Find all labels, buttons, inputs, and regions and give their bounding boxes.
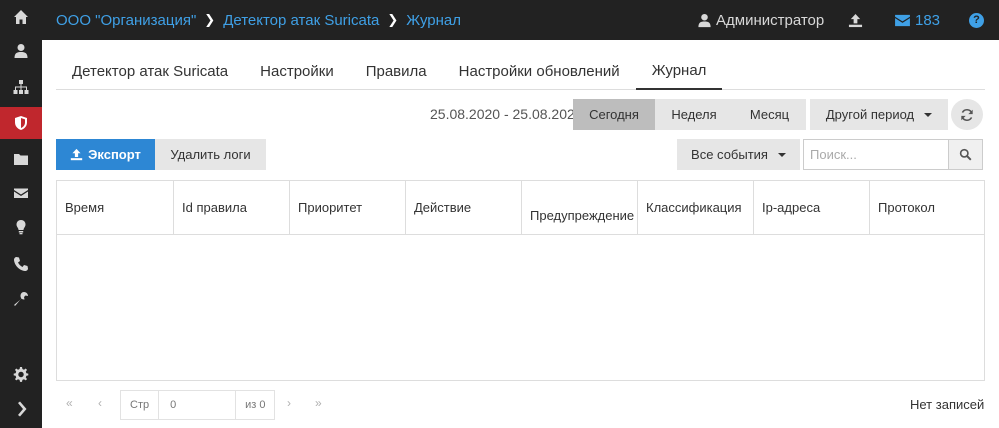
sidebar-item-telephony[interactable] (0, 248, 42, 280)
sidebar-item-settings[interactable] (0, 358, 42, 390)
help-icon: ? (969, 12, 984, 28)
column-header-action[interactable]: Действие (406, 181, 522, 234)
sidebar-item-files[interactable] (0, 143, 42, 175)
column-header-ip-addresses[interactable]: Ip-адреса (754, 181, 870, 234)
column-header-warning[interactable]: Предупреждение (522, 181, 638, 234)
period-other-label: Другой период (825, 107, 915, 122)
page-label: Стр (130, 399, 150, 411)
breadcrumb-suricata[interactable]: Детектор атак Suricata (223, 12, 379, 29)
sidebar-expand-button[interactable] (0, 393, 42, 425)
user-icon (698, 13, 711, 27)
period-week-button[interactable]: Неделя (655, 99, 733, 130)
breadcrumb: ООО "Организация" ❯ Детектор атак Surica… (56, 0, 461, 40)
prev-page-icon[interactable]: ‹ (98, 396, 102, 410)
export-button[interactable]: Экспорт (56, 139, 155, 170)
envelope-icon (895, 14, 910, 26)
user-name: Администратор (716, 11, 825, 29)
tab-rules[interactable]: Правила (350, 52, 443, 90)
refresh-icon (961, 108, 973, 121)
column-header-classification[interactable]: Классификация (638, 181, 754, 234)
phone-icon (14, 257, 28, 271)
user-menu[interactable]: Администратор (697, 0, 824, 40)
search-icon (959, 148, 972, 161)
sitemap-icon (13, 80, 29, 94)
events-filter-label: Все события (691, 147, 768, 162)
breadcrumb-separator-icon: ❯ (204, 12, 216, 27)
events-filter-dropdown[interactable]: Все события (677, 139, 800, 170)
messages-button[interactable]: 183 (895, 0, 940, 40)
page-selector: Стр из 0 (120, 390, 276, 420)
sidebar-item-security[interactable] (0, 107, 42, 139)
caret-down-icon (924, 112, 933, 117)
column-header-time[interactable]: Время (57, 181, 174, 234)
top-bar: ООО "Организация" ❯ Детектор атак Surica… (42, 0, 999, 40)
chevron-right-icon (18, 401, 27, 417)
tab-suricata[interactable]: Детектор атак Suricata (56, 52, 244, 90)
sidebar-item-ideas[interactable] (0, 211, 42, 243)
sidebar-item-tools[interactable] (0, 283, 42, 315)
caret-down-icon (777, 152, 786, 157)
lightbulb-icon (16, 220, 26, 235)
column-header-rule-id[interactable]: Id правила (174, 181, 290, 234)
page-total-label: из 0 (245, 399, 266, 411)
folder-icon (14, 154, 28, 165)
home-icon (14, 10, 28, 24)
period-month-button[interactable]: Месяц (733, 99, 806, 130)
breadcrumb-separator-icon: ❯ (387, 12, 399, 27)
no-records-label: Нет записей (910, 397, 985, 412)
next-page-icon[interactable]: › (287, 396, 291, 410)
first-page-icon[interactable]: « (66, 396, 73, 410)
column-header-protocol[interactable]: Протокол (870, 181, 984, 234)
sidebar-item-mail[interactable] (0, 177, 42, 209)
tab-update-settings[interactable]: Настройки обновлений (443, 52, 636, 90)
search-button[interactable] (949, 139, 983, 170)
breadcrumb-journal[interactable]: Журнал (406, 12, 461, 29)
gear-icon (13, 367, 29, 382)
sidebar-item-users[interactable] (0, 35, 42, 67)
export-label: Экспорт (88, 147, 141, 162)
messages-count: 183 (915, 11, 941, 29)
tab-bar: Детектор атак Suricata Настройки Правила… (56, 52, 985, 90)
shield-icon (15, 116, 27, 130)
period-other-dropdown[interactable]: Другой период (810, 99, 948, 130)
upload-icon (848, 13, 863, 27)
user-icon (14, 44, 28, 58)
upload-button[interactable] (848, 0, 863, 40)
log-table: Время Id правила Приоритет Действие Пред… (56, 180, 985, 381)
wrench-icon (14, 292, 28, 306)
sidebar-item-home[interactable] (0, 1, 42, 33)
sidebar-item-structure[interactable] (0, 71, 42, 103)
date-range-label: 25.08.2020 - 25.08.2020 (430, 106, 583, 122)
help-button[interactable]: ? (969, 0, 984, 40)
breadcrumb-organization[interactable]: ООО "Организация" (56, 12, 196, 29)
sidebar (0, 0, 42, 428)
upload-icon (70, 148, 83, 161)
last-page-icon[interactable]: » (315, 396, 322, 410)
period-today-button[interactable]: Сегодня (573, 99, 655, 130)
search-input[interactable] (803, 139, 949, 170)
refresh-button[interactable] (951, 99, 983, 130)
envelope-icon (14, 188, 28, 198)
tab-settings[interactable]: Настройки (244, 52, 350, 90)
delete-logs-button[interactable]: Удалить логи (155, 139, 266, 170)
page-number-input[interactable] (158, 391, 237, 419)
tab-journal[interactable]: Журнал (635, 52, 723, 90)
column-header-priority[interactable]: Приоритет (290, 181, 406, 234)
table-header: Время Id правила Приоритет Действие Пред… (57, 181, 984, 235)
